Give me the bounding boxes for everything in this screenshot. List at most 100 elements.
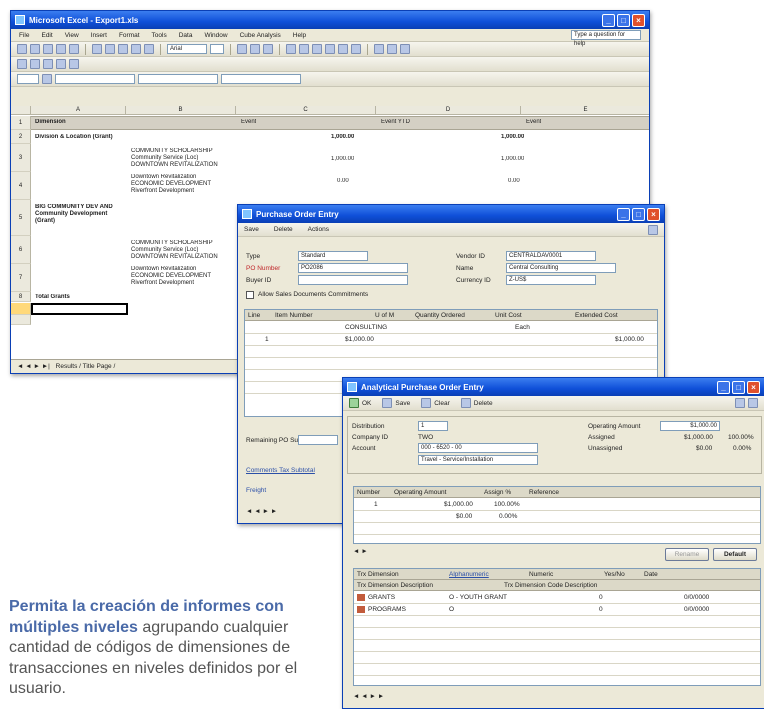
analytical-delete-button[interactable]: Delete bbox=[474, 400, 493, 407]
cube-field-2[interactable] bbox=[221, 74, 301, 84]
cell-d2[interactable]: 1,000.00 bbox=[331, 134, 354, 140]
menu-insert[interactable]: Insert bbox=[91, 32, 107, 39]
column-header-b[interactable]: B bbox=[126, 106, 236, 115]
col-reference[interactable]: Reference bbox=[529, 489, 559, 496]
cell-e2[interactable]: 1,000.00 bbox=[501, 134, 524, 140]
dimension-row[interactable] bbox=[354, 640, 760, 652]
po-grid-row[interactable] bbox=[245, 346, 657, 358]
analytical-clear-button[interactable]: Clear bbox=[434, 400, 450, 407]
function-icon[interactable] bbox=[42, 74, 52, 84]
cube-icon[interactable] bbox=[17, 59, 27, 69]
font-size-select[interactable] bbox=[210, 44, 224, 54]
po-minimize-button[interactable]: _ bbox=[617, 207, 630, 221]
cell-e4[interactable]: 0.00 bbox=[508, 178, 520, 184]
analytical-save-button[interactable]: Save bbox=[395, 400, 410, 407]
remaining-subtotal-input[interactable] bbox=[298, 435, 338, 445]
pivot-icon[interactable] bbox=[30, 59, 40, 69]
row-header-blank[interactable] bbox=[11, 315, 31, 325]
align-right-icon[interactable] bbox=[312, 44, 322, 54]
row-header-6[interactable]: 6 bbox=[11, 236, 31, 264]
po-close-button[interactable]: × bbox=[647, 207, 660, 221]
col-extended-cost[interactable]: Extended Cost bbox=[575, 312, 618, 319]
refresh-icon[interactable] bbox=[43, 59, 53, 69]
col-assign-percent[interactable]: Assign % bbox=[484, 489, 511, 496]
cell-a1[interactable]: Dimension bbox=[35, 119, 66, 125]
cell-d3[interactable]: 1,000.00 bbox=[331, 156, 354, 162]
row-header-4[interactable]: 4 bbox=[11, 172, 31, 200]
account-input[interactable]: 000 - 6520 - 00 bbox=[418, 443, 538, 453]
cell-b6[interactable]: COMMUNITY SCHOLARSHIP Community Service … bbox=[131, 240, 218, 261]
po-edit-icon[interactable] bbox=[648, 224, 658, 235]
po-type-select[interactable]: Standard bbox=[298, 251, 368, 261]
undo-icon[interactable] bbox=[131, 44, 141, 54]
dimension-row[interactable] bbox=[354, 628, 760, 640]
bold-icon[interactable] bbox=[237, 44, 247, 54]
save-icon[interactable] bbox=[382, 398, 393, 408]
align-left-icon[interactable] bbox=[286, 44, 296, 54]
active-cell[interactable] bbox=[31, 303, 128, 315]
cube-field-1[interactable] bbox=[138, 74, 218, 84]
col-yes-no[interactable]: Yes/No bbox=[604, 571, 625, 578]
po-actions-button[interactable]: Actions bbox=[308, 226, 329, 233]
menu-edit[interactable]: Edit bbox=[41, 32, 52, 39]
analytical-titlebar[interactable]: Analytical Purchase Order Entry _ □ × bbox=[343, 378, 764, 396]
po-titlebar[interactable]: Purchase Order Entry _ □ × bbox=[238, 205, 664, 223]
dimension-row[interactable]: GRANTS O - YOUTH GRANT 0 0/0/0000 bbox=[354, 592, 760, 604]
save-icon[interactable] bbox=[43, 44, 53, 54]
row-header-5[interactable]: 5 bbox=[11, 200, 31, 236]
col-alphanumeric[interactable]: Alphanumeric bbox=[449, 571, 489, 578]
ok-icon[interactable] bbox=[349, 398, 359, 408]
col-unit-cost[interactable]: Unit Cost bbox=[495, 312, 522, 319]
formula-input[interactable] bbox=[55, 74, 135, 84]
merge-icon[interactable] bbox=[325, 44, 335, 54]
rename-button[interactable]: Rename bbox=[665, 548, 709, 561]
paste-icon[interactable] bbox=[118, 44, 128, 54]
cell-a5[interactable]: BIG COMMUNITY DEV AND Community Developm… bbox=[35, 204, 113, 225]
close-button[interactable]: × bbox=[632, 13, 645, 27]
percent-icon[interactable] bbox=[351, 44, 361, 54]
cell-e3[interactable]: 1,000.00 bbox=[501, 156, 524, 162]
menu-tools[interactable]: Tools bbox=[152, 32, 167, 39]
col-number[interactable]: Number bbox=[357, 489, 380, 496]
assignment-grid[interactable]: Number Operating Amount Assign % Referen… bbox=[353, 486, 761, 544]
menu-help[interactable]: Help bbox=[293, 32, 306, 39]
dimension-row[interactable]: PROGRAMS O 0 0/0/0000 bbox=[354, 604, 760, 616]
row-header-8[interactable]: 8 bbox=[11, 292, 31, 302]
menu-window[interactable]: Window bbox=[204, 32, 227, 39]
col-operating-amount[interactable]: Operating Amount bbox=[394, 489, 446, 496]
cell-b4[interactable]: Downtown Revitalization ECONOMIC DEVELOP… bbox=[131, 174, 211, 195]
italic-icon[interactable] bbox=[250, 44, 260, 54]
name-box[interactable] bbox=[17, 74, 39, 84]
menu-view[interactable]: View bbox=[65, 32, 79, 39]
chart-icon[interactable] bbox=[56, 59, 66, 69]
underline-icon[interactable] bbox=[263, 44, 273, 54]
po-nav-icons[interactable]: ◄ ◄ ► ► bbox=[246, 508, 277, 515]
redo-icon[interactable] bbox=[144, 44, 154, 54]
cut-icon[interactable] bbox=[92, 44, 102, 54]
po-grid-row[interactable]: CONSULTING Each bbox=[245, 322, 657, 334]
col-line[interactable]: Line bbox=[248, 312, 260, 319]
fill-color-icon[interactable] bbox=[387, 44, 397, 54]
row-header-3[interactable]: 3 bbox=[11, 144, 31, 172]
excel-titlebar[interactable]: Microsoft Excel - Export1.xls _ □ × bbox=[11, 11, 649, 29]
row-header-2[interactable]: 2 bbox=[11, 130, 31, 144]
analytical-maximize-button[interactable]: □ bbox=[732, 380, 745, 394]
assignment-row[interactable]: 1 $1,000.00 100.00% bbox=[354, 499, 760, 511]
menu-cube-analysis[interactable]: Cube Analysis bbox=[240, 32, 281, 39]
po-buyer-input[interactable] bbox=[298, 275, 408, 285]
default-button[interactable]: Default bbox=[713, 548, 757, 561]
analytical-minimize-button[interactable]: _ bbox=[717, 380, 730, 394]
menu-file[interactable]: File bbox=[19, 32, 29, 39]
cell-a8[interactable]: Total Grants bbox=[35, 294, 70, 300]
po-maximize-button[interactable]: □ bbox=[632, 207, 645, 221]
new-icon[interactable] bbox=[17, 44, 27, 54]
column-header-e[interactable]: E bbox=[521, 106, 649, 115]
col-trx-dimension-code-description[interactable]: Trx Dimension Code Description bbox=[504, 582, 597, 589]
column-header-a[interactable]: A bbox=[31, 106, 126, 115]
currency-icon[interactable] bbox=[338, 44, 348, 54]
po-delete-button[interactable]: Delete bbox=[274, 226, 293, 233]
clear-icon[interactable] bbox=[421, 398, 432, 408]
menu-data[interactable]: Data bbox=[179, 32, 193, 39]
filter-icon[interactable] bbox=[69, 59, 79, 69]
po-grid-row[interactable] bbox=[245, 358, 657, 370]
